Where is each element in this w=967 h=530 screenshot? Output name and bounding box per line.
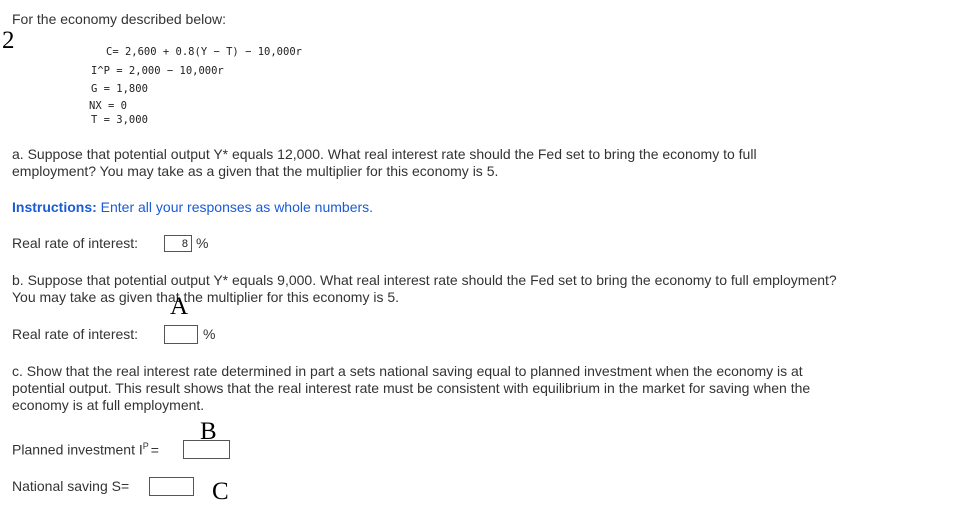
part-c-line-2: potential output. This result shows that… bbox=[12, 380, 811, 396]
part-b-question: b. Suppose that potential output Y* equa… bbox=[12, 272, 837, 306]
instructions-label: Instructions: bbox=[12, 199, 97, 215]
answer-b-unit: % bbox=[203, 326, 216, 342]
answer-a-label: Real rate of interest: bbox=[12, 235, 139, 251]
taxes-equation: T = 3,000 bbox=[91, 114, 148, 126]
national-saving-text: National saving S bbox=[12, 478, 121, 494]
part-a-line-2: employment? You may take as a given that… bbox=[12, 163, 499, 179]
part-a-question: a. Suppose that potential output Y* equa… bbox=[12, 146, 757, 180]
answer-a-input[interactable]: 8 bbox=[164, 235, 192, 252]
answer-b-input[interactable] bbox=[164, 325, 198, 344]
question-number: 2 bbox=[2, 27, 15, 54]
answer-a-unit: % bbox=[196, 235, 209, 251]
investment-equation: I^P = 2,000 − 10,000r bbox=[91, 65, 224, 77]
part-c-question: c. Show that the real interest rate dete… bbox=[12, 363, 810, 414]
net-exports-equation: NX = 0 bbox=[89, 100, 127, 112]
handwritten-letter-a: A bbox=[170, 293, 189, 320]
part-a-line-1: a. Suppose that potential output Y* equa… bbox=[12, 146, 757, 162]
part-b-line-1: b. Suppose that potential output Y* equa… bbox=[12, 272, 837, 288]
national-saving-eq: = bbox=[120, 478, 130, 494]
handwritten-letter-c: C bbox=[212, 478, 229, 505]
answer-b-label: Real rate of interest: bbox=[12, 326, 139, 342]
part-c-line-1: c. Show that the real interest rate dete… bbox=[12, 363, 803, 379]
national-saving-input[interactable] bbox=[149, 477, 194, 496]
planned-investment-label: Planned investment IP = bbox=[12, 441, 159, 458]
national-saving-label: National saving S= bbox=[12, 478, 129, 494]
intro-text: For the economy described below: bbox=[12, 11, 226, 27]
instructions: Instructions: Enter all your responses a… bbox=[12, 199, 373, 215]
planned-investment-text: Planned investment I bbox=[12, 441, 143, 458]
planned-investment-eq: = bbox=[150, 441, 159, 458]
planned-investment-sup: P bbox=[142, 441, 149, 451]
part-b-line-2: You may take as given that the multiplie… bbox=[12, 289, 400, 305]
instructions-text: Enter all your responses as whole number… bbox=[96, 199, 374, 215]
government-equation: G = 1,800 bbox=[91, 83, 148, 95]
consumption-equation: C= 2,600 + 0.8(Y − T) − 10,000r bbox=[106, 46, 302, 58]
part-c-line-3: economy is at full employment. bbox=[12, 397, 205, 413]
planned-investment-input[interactable] bbox=[183, 440, 230, 459]
